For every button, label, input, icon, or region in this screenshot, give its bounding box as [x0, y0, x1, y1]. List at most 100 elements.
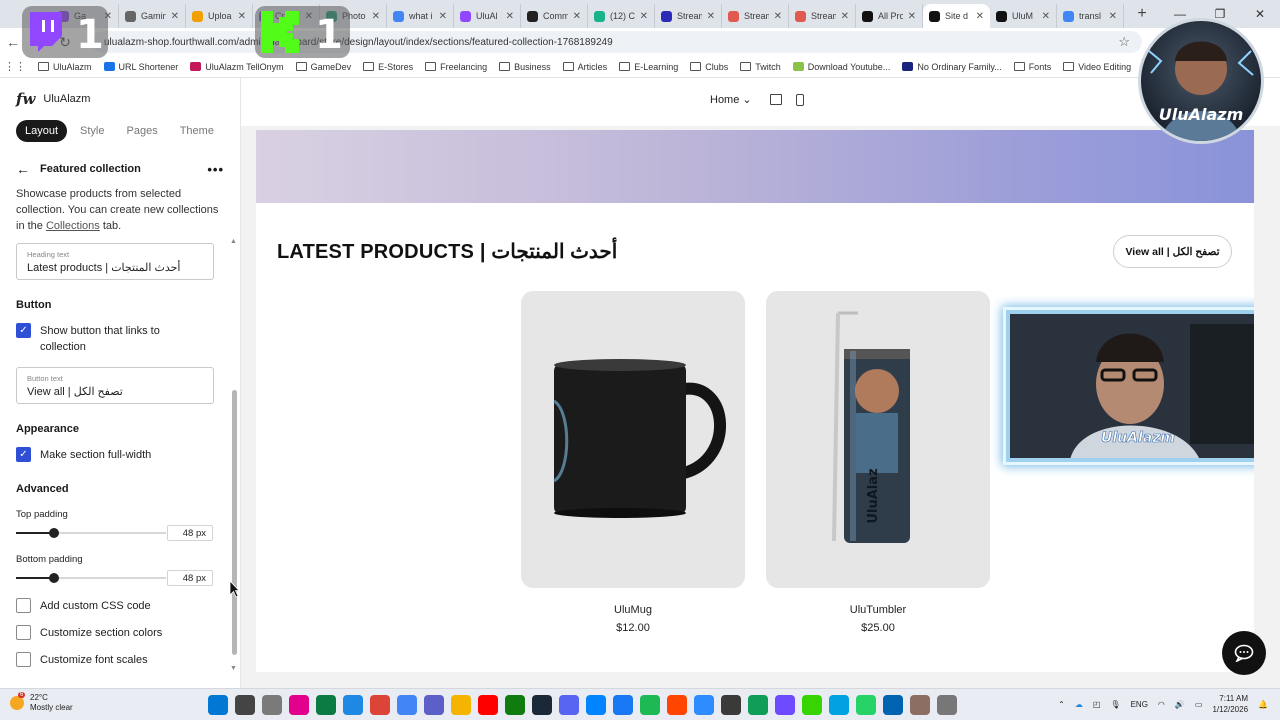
edge-icon[interactable]: [316, 695, 336, 715]
browser-tab[interactable]: what i ✕: [387, 4, 454, 28]
mobile-view-icon[interactable]: [796, 94, 804, 106]
browser-tab[interactable]: Stream ✕: [789, 4, 856, 28]
tab-layout[interactable]: Layout: [16, 120, 68, 142]
chrome-icon[interactable]: [370, 695, 390, 715]
wifi-icon[interactable]: ◠: [1158, 700, 1165, 709]
tab-close-icon[interactable]: ✕: [774, 11, 782, 22]
chat-button[interactable]: [1222, 631, 1266, 675]
browser-tab[interactable]: Gamin ✕: [119, 4, 186, 28]
xbox-icon[interactable]: [505, 695, 525, 715]
tab-pages[interactable]: Pages: [118, 120, 167, 142]
product-card[interactable]: UluAlaz UluTumbler $25.00: [766, 291, 990, 634]
tab-close-icon[interactable]: ✕: [640, 11, 648, 22]
microphone-icon[interactable]: 🎙: [1110, 700, 1120, 709]
facebook-icon[interactable]: [613, 695, 633, 715]
button-text-field[interactable]: Button text View all | تصفح الكل: [16, 367, 214, 404]
tab-close-icon[interactable]: ✕: [1109, 11, 1117, 22]
language-indicator[interactable]: ENG: [1131, 700, 1148, 709]
search-icon[interactable]: [235, 695, 255, 715]
browser-tab[interactable]: UluM ✕: [990, 4, 1057, 28]
scroll-down-icon[interactable]: ▼: [230, 665, 237, 672]
browser-tab[interactable]: (12) C ✕: [588, 4, 655, 28]
bookmark-item[interactable]: Twitch: [740, 62, 781, 72]
browser-tab[interactable]: Stream ✕: [655, 4, 722, 28]
bookmark-item[interactable]: Fonts: [1013, 62, 1051, 72]
app-icon[interactable]: [748, 695, 768, 715]
discord-icon[interactable]: [559, 695, 579, 715]
custom-css-checkbox[interactable]: [16, 598, 31, 613]
slider-handle[interactable]: [48, 573, 59, 583]
bookmark-item[interactable]: Freelancing: [425, 62, 487, 72]
bookmark-item[interactable]: E-Learning: [619, 62, 678, 72]
top-padding-input[interactable]: 48 px: [167, 525, 213, 541]
back-arrow-icon[interactable]: ←: [16, 161, 30, 177]
browser-tab[interactable]: Site d ✕: [923, 4, 990, 28]
bookmark-item[interactable]: GameDev: [295, 62, 351, 72]
bookmark-item[interactable]: Download Youtube...: [792, 62, 890, 72]
whatsapp-icon[interactable]: [856, 695, 876, 715]
more-options-icon[interactable]: •••: [207, 162, 224, 177]
task-view-icon[interactable]: [262, 695, 282, 715]
network-icon[interactable]: ◰: [1093, 700, 1101, 709]
scrollbar-thumb[interactable]: [232, 390, 237, 655]
spotify-icon[interactable]: [640, 695, 660, 715]
tab-close-icon[interactable]: ✕: [908, 11, 916, 22]
browser-tab[interactable]: Stream ✕: [722, 4, 789, 28]
tab-close-icon[interactable]: ✕: [1042, 11, 1050, 22]
chevron-up-icon[interactable]: ⌃: [1058, 700, 1065, 709]
app-icon[interactable]: [910, 695, 930, 715]
tab-style[interactable]: Style: [71, 120, 113, 142]
custom-css-option[interactable]: Add custom CSS code: [16, 598, 151, 614]
bookmark-star-icon[interactable]: ☆: [1118, 34, 1130, 50]
teams-icon[interactable]: [424, 695, 444, 715]
section-colors-checkbox[interactable]: [16, 625, 31, 640]
top-padding-slider[interactable]: [16, 528, 166, 538]
product-name[interactable]: UluMug: [521, 604, 745, 616]
app-icon[interactable]: [478, 695, 498, 715]
heading-text-field[interactable]: Heading text Latest products | أحدث المن…: [16, 243, 214, 280]
bookmark-item[interactable]: UluAlazm: [38, 62, 92, 72]
bookmark-item[interactable]: E-Stores: [363, 62, 413, 72]
battery-icon[interactable]: ▭: [1195, 700, 1203, 709]
bottom-padding-slider[interactable]: [16, 573, 166, 583]
tab-close-icon[interactable]: ✕: [439, 11, 447, 22]
app-icon[interactable]: [802, 695, 822, 715]
product-image[interactable]: UluAlaz: [766, 291, 990, 588]
tab-close-icon[interactable]: ✕: [238, 11, 246, 22]
tab-close-icon[interactable]: ✕: [372, 11, 380, 22]
tab-close-icon[interactable]: ✕: [707, 11, 715, 22]
collections-link[interactable]: Collections: [46, 220, 100, 232]
view-all-button[interactable]: View all | تصفح الكل: [1113, 235, 1232, 268]
product-card[interactable]: UluMug $12.00: [521, 291, 745, 634]
store-brand[interactable]: fw UluAlazm: [16, 90, 90, 108]
bottom-padding-input[interactable]: 48 px: [167, 570, 213, 586]
page-selector[interactable]: Home ⌄: [710, 93, 752, 106]
slider-handle[interactable]: [48, 528, 59, 538]
app-icon[interactable]: [667, 695, 687, 715]
tab-close-icon[interactable]: ✕: [573, 11, 581, 22]
font-scales-checkbox[interactable]: [16, 652, 31, 667]
copilot-icon[interactable]: [289, 695, 309, 715]
show-button-option[interactable]: ✓ Show button that links to collection: [16, 323, 196, 355]
app-icon[interactable]: [694, 695, 714, 715]
font-scales-option[interactable]: Customize font scales: [16, 652, 148, 668]
scroll-up-icon[interactable]: ▲: [230, 238, 237, 245]
bookmark-item[interactable]: Clubs: [690, 62, 728, 72]
browser-tab[interactable]: Comm ✕: [521, 4, 588, 28]
address-bar[interactable]: ulualazm-shop.fourthwall.com/admin/dashb…: [92, 31, 1142, 53]
app-icon[interactable]: [775, 695, 795, 715]
bookmark-item[interactable]: Business: [499, 62, 551, 72]
apps-grid-icon[interactable]: ⋮⋮: [4, 60, 26, 73]
sidebar-scrollbar[interactable]: ▲ ▼: [230, 238, 238, 672]
notification-icon[interactable]: 🔔: [1258, 700, 1268, 709]
tab-close-icon[interactable]: ✕: [841, 11, 849, 22]
close-window-icon[interactable]: ✕: [1240, 7, 1280, 21]
section-colors-option[interactable]: Customize section colors: [16, 625, 162, 641]
tab-theme[interactable]: Theme: [171, 120, 223, 142]
bookmark-item[interactable]: No Ordinary Family...: [902, 62, 1002, 72]
messenger-icon[interactable]: [586, 695, 606, 715]
tab-close-icon[interactable]: ✕: [976, 11, 984, 22]
full-width-option[interactable]: ✓ Make section full-width: [16, 447, 151, 463]
clock[interactable]: 7:11 AM 1/12/2026: [1212, 693, 1248, 715]
bookmark-item[interactable]: Video Editing: [1063, 62, 1131, 72]
